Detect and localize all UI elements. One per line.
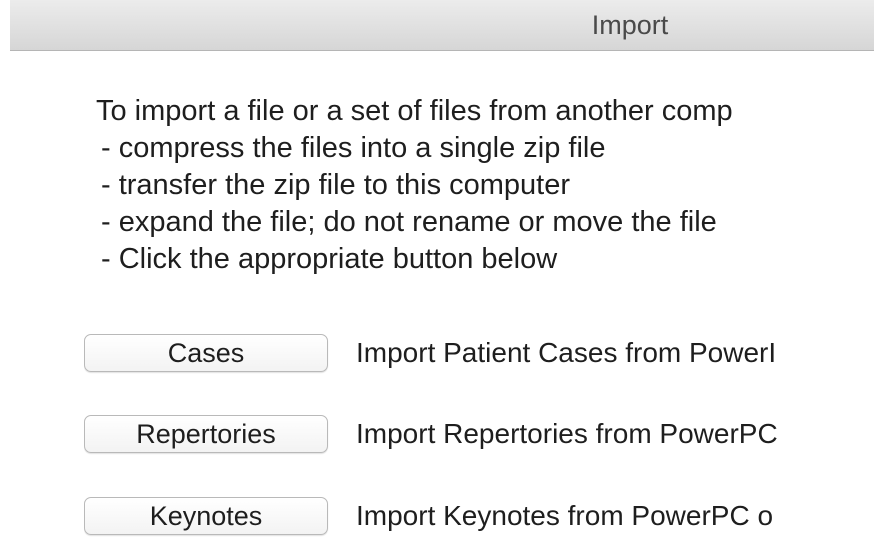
import-cases-row: Cases Import Patient Cases from PowerI (84, 334, 874, 374)
import-instructions: To import a file or a set of files from … (96, 93, 874, 278)
import-cases-description: Import Patient Cases from PowerI (356, 337, 777, 368)
window-title: Import (591, 10, 669, 40)
import-repertories-description: Import Repertories from PowerPC (356, 418, 778, 449)
import-keynotes-button[interactable]: Keynotes (84, 497, 328, 535)
import-keynotes-description: Import Keynotes from PowerPC o (356, 500, 774, 531)
window-edge (0, 0, 10, 537)
import-keynotes-row: Keynotes Import Keynotes from PowerPC o (84, 497, 874, 537)
instructions-intro: To import a file or a set of files from … (96, 95, 733, 127)
import-repertories-row: Repertories Import Repertories from Powe… (84, 415, 874, 455)
instruction-step: - transfer the zip file to this computer (101, 169, 571, 201)
instruction-step: - Click the appropriate button below (101, 243, 558, 275)
instruction-step: - compress the files into a single zip f… (101, 132, 606, 164)
import-repertories-button[interactable]: Repertories (84, 415, 328, 453)
instruction-step: - expand the file; do not rename or move… (101, 206, 717, 238)
window-titlebar[interactable]: Import (10, 0, 874, 51)
import-cases-button[interactable]: Cases (84, 334, 328, 372)
